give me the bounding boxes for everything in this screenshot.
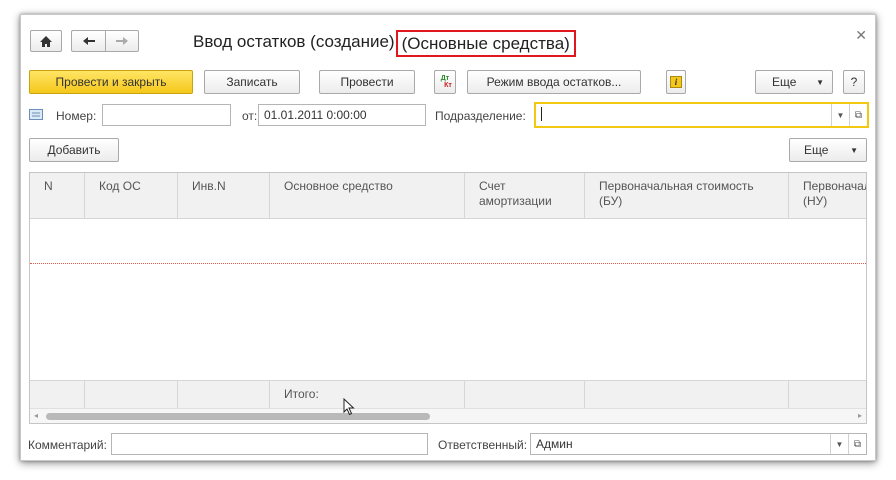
footer-cell [465,381,585,408]
post-button[interactable]: Провести [319,70,415,94]
number-label: Номер: [56,109,97,123]
open-icon[interactable]: ⧉ [849,104,867,126]
more-label: Еще [772,75,797,89]
row-divider [30,263,866,264]
chevron-down-icon[interactable]: ▼ [830,434,848,454]
responsible-label: Ответственный: [438,438,528,452]
footer-cell [585,381,789,408]
forward-button[interactable] [105,30,139,52]
kt-label: Кт [444,82,452,89]
footer-total-label: Итого: [270,381,465,408]
back-arrow-icon [82,37,95,45]
comment-label: Комментарий: [28,438,107,452]
table-header: N Код ОС Инв.N Основное средство Счет амо… [30,173,866,219]
table-more-button[interactable]: Еще ▼ [789,138,867,162]
help-button[interactable]: ? [843,70,865,94]
table-more-label: Еще [804,143,829,157]
close-icon[interactable]: ✕ [855,27,867,44]
more-button[interactable]: Еще ▼ [755,70,833,94]
dt-label: Дт [440,75,450,82]
comment-field[interactable] [111,433,428,455]
department-label: Подразделение: [435,109,526,123]
column-header-n[interactable]: N [30,173,85,218]
responsible-field[interactable]: Админ ▼ ⧉ [530,433,867,455]
mouse-cursor-icon [343,398,355,416]
title-main: Ввод остатков (создание) [193,32,395,51]
column-header-os-code[interactable]: Код ОС [85,173,178,218]
chevron-down-icon: ▼ [816,77,824,87]
scrollbar-thumb[interactable] [46,413,430,420]
page-title: Ввод остатков (создание) (Основные средс… [193,30,576,57]
open-icon[interactable]: ⧉ [848,434,866,454]
table-footer: Итого: [30,380,866,408]
chevron-down-icon: ▼ [850,145,858,155]
date-label: от: [242,109,258,123]
save-button[interactable]: Записать [204,70,300,94]
post-and-close-button[interactable]: Провести и закрыть [29,70,193,94]
footer-cell [85,381,178,408]
title-highlight: (Основные средства) [395,30,576,57]
horizontal-scrollbar[interactable]: ◂ ▸ [30,408,866,423]
home-button[interactable] [30,30,62,52]
forward-arrow-icon [116,37,128,45]
chevron-down-icon[interactable]: ▼ [831,104,849,126]
column-header-depreciation-account[interactable]: Счет амортизации [465,173,585,218]
info-button[interactable]: i [666,70,686,94]
responsible-value: Админ [536,437,573,451]
column-header-fixed-asset[interactable]: Основное средство [270,173,465,218]
add-row-button[interactable]: Добавить [29,138,119,162]
column-header-initial-cost-nu[interactable]: Первоначальная(НУ) [789,173,866,218]
back-button[interactable] [71,30,105,52]
dt-kt-button[interactable]: Дт Кт [434,70,456,94]
home-icon [40,35,52,47]
column-header-inv-number[interactable]: Инв.N [178,173,270,218]
footer-cell [30,381,85,408]
footer-cell [178,381,270,408]
scroll-right-icon[interactable]: ▸ [858,411,862,420]
date-field[interactable]: 01.01.2011 0:00:00 [258,104,426,126]
document-window: Ввод остатков (создание) (Основные средс… [20,14,876,461]
column-header-initial-cost-bu[interactable]: Первоначальная стоимость (БУ) [585,173,789,218]
scroll-left-icon[interactable]: ◂ [34,411,38,420]
assets-table[interactable]: N Код ОС Инв.N Основное средство Счет амо… [29,172,867,424]
department-field[interactable]: ▼ ⧉ [534,102,869,128]
info-icon: i [670,76,682,88]
document-icon [29,109,43,120]
text-cursor [541,107,542,121]
number-field[interactable] [102,104,231,126]
balance-mode-button[interactable]: Режим ввода остатков... [467,70,641,94]
